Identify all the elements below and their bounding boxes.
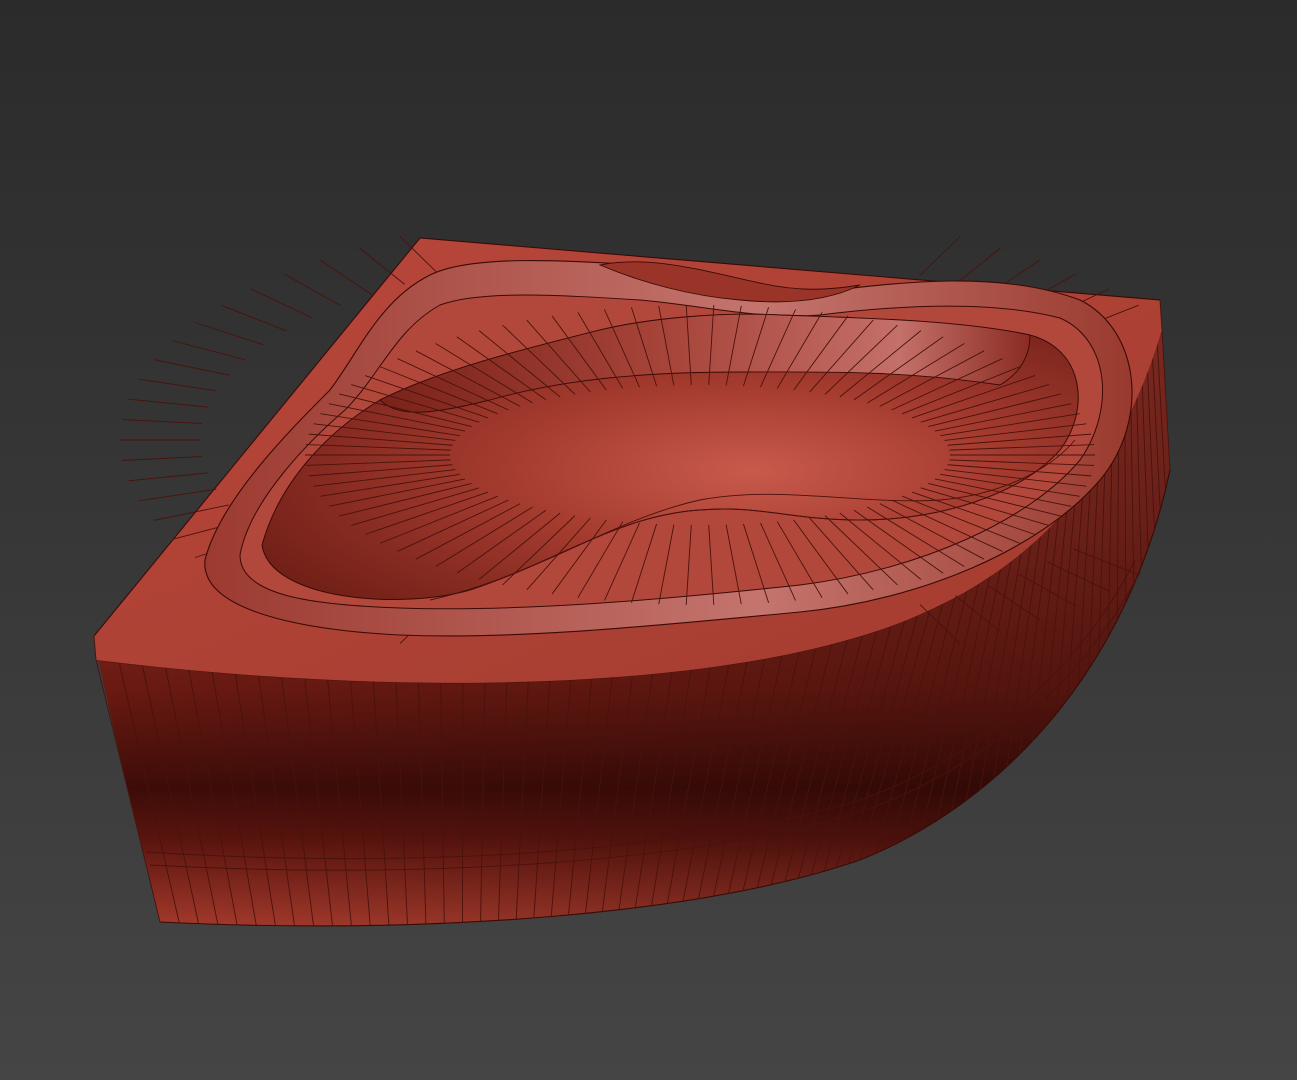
wire-edge (139, 378, 217, 392)
wire-edge (194, 322, 265, 346)
wire-edge (139, 488, 217, 502)
wire-edge (955, 247, 1002, 285)
wire-edge (319, 259, 372, 295)
wire-edge (122, 419, 202, 424)
wire-edge (153, 359, 230, 376)
wire-edge (250, 288, 313, 319)
wire-edge (122, 456, 202, 461)
wire-edge (283, 273, 341, 307)
3d-viewport[interactable] (0, 0, 1297, 1080)
bathtub-model[interactable] (0, 0, 1297, 1080)
wire-edge (128, 472, 208, 482)
wire-edge (128, 398, 208, 408)
wire-edge (221, 304, 287, 332)
wire-edge (919, 236, 961, 276)
wire-edge (172, 340, 246, 361)
